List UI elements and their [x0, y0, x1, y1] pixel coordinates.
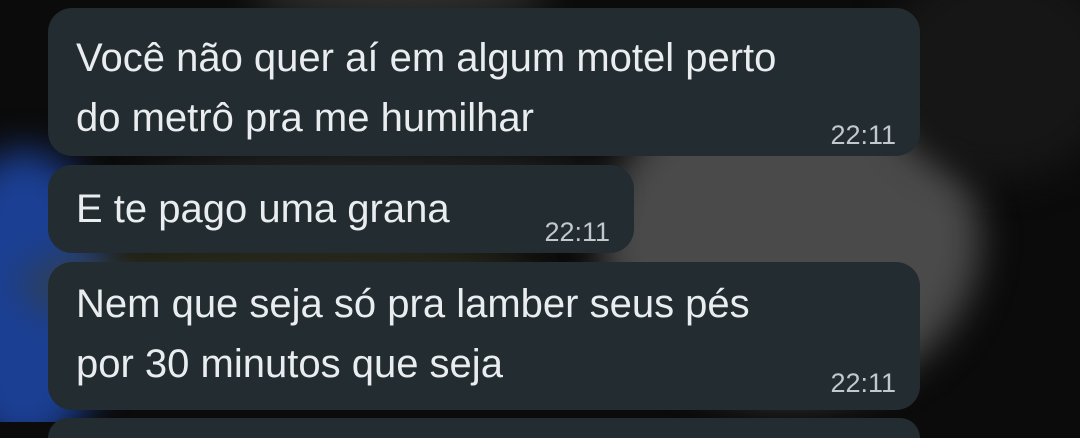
message-text: E te pago uma grana — [76, 179, 450, 239]
next-message-bubble-partial[interactable] — [48, 418, 920, 438]
message-timestamp: 22:11 — [544, 217, 610, 247]
message-line: por 30 minutos que seja — [76, 342, 503, 386]
incoming-message-bubble[interactable]: E te pago uma grana 22:11 — [48, 165, 634, 253]
message-line: Nem que seja só pra lamber seus pés — [76, 282, 750, 326]
incoming-message-bubble[interactable]: Você não quer aí em algum motel perto do… — [48, 8, 920, 156]
message-timestamp: 22:11 — [830, 368, 896, 398]
message-timestamp: 22:11 — [830, 120, 896, 150]
message-line: E te pago uma grana — [76, 187, 450, 231]
incoming-message-bubble[interactable]: Nem que seja só pra lamber seus pés por … — [48, 262, 920, 410]
message-line: do metrô pra me humilhar — [76, 96, 534, 140]
message-line: Você não quer aí em algum motel perto — [76, 36, 777, 80]
message-text: Você não quer aí em algum motel perto do… — [76, 28, 776, 148]
message-text: Nem que seja só pra lamber seus pés por … — [76, 274, 750, 394]
